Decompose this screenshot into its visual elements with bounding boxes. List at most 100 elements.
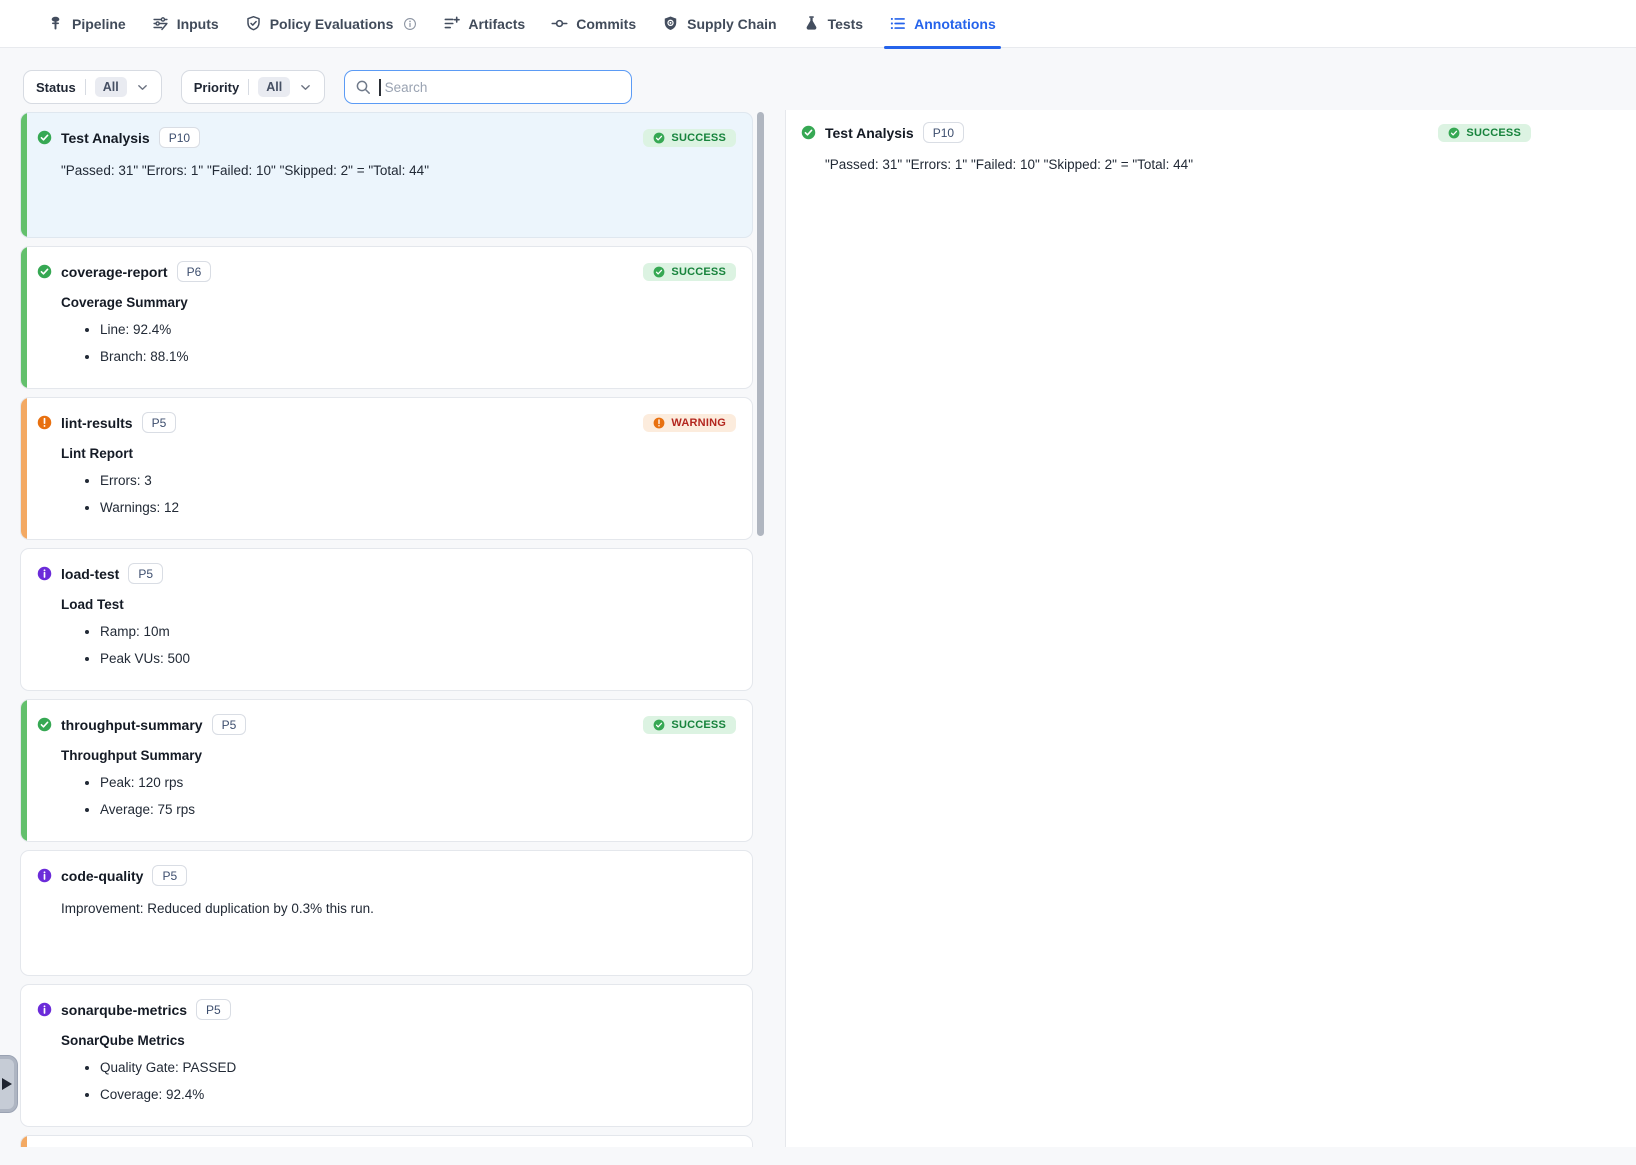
annotation-card-header: sonarqube-metricsP5 — [37, 999, 736, 1020]
annotation-bullets: Line: 92.4%Branch: 88.1% — [61, 321, 736, 365]
annotation-bullets: Ramp: 10mPeak VUs: 500 — [61, 623, 736, 667]
tab-policy-evaluations[interactable]: Policy Evaluations — [232, 0, 431, 48]
bullet-item: Errors: 3 — [100, 472, 736, 490]
priority-filter-value: All — [258, 77, 290, 97]
annotation-card-header: load-testP5 — [37, 563, 736, 584]
info-circle-icon — [37, 1002, 52, 1017]
annotation-card-header: Test Analysis P10 SUCCESS — [37, 127, 736, 148]
annotation-card[interactable]: load-testP5 Load Test Ramp: 10mPeak VUs: 5… — [20, 548, 753, 691]
warning-circle-icon — [653, 417, 665, 429]
divider — [85, 79, 86, 95]
status-filter-value: All — [95, 77, 127, 97]
search-input[interactable] — [385, 80, 622, 95]
shield-check-icon — [245, 15, 262, 32]
annotation-card-header: code-quality P5 — [37, 865, 736, 886]
status-badge: SUCCESS — [643, 263, 736, 281]
annotation-card-body: Load Test Ramp: 10mPeak VUs: 500 — [61, 597, 736, 667]
tab-pipeline[interactable]: Pipeline — [34, 0, 139, 48]
info-circle-icon — [37, 566, 52, 581]
bullet-item: Warnings: 12 — [100, 499, 736, 517]
pipeline-icon — [47, 15, 64, 32]
priority-badge: P5 — [196, 999, 231, 1020]
search-icon — [355, 79, 371, 95]
text-cursor — [379, 79, 380, 96]
annotation-card[interactable]: sonarqube-metricsP5 SonarQube Metrics Qual… — [20, 984, 753, 1127]
annotation-bullets: Quality Gate: PASSEDCoverage: 92.4% — [61, 1059, 736, 1103]
annotations-list-panel: Test Analysis P10 SUCCESS "Passed: 31" "Err… — [0, 110, 785, 1147]
status-badge: SUCCESS — [643, 716, 736, 734]
priority-badge: P10 — [159, 127, 200, 148]
divider — [248, 79, 249, 95]
priority-filter-dropdown[interactable]: Priority All — [181, 70, 326, 104]
tab-inputs[interactable]: Inputs — [139, 0, 232, 48]
tab-label: Commits — [576, 16, 636, 32]
annotation-card-body: Improvement: Reduced duplication by 0.3%… — [61, 899, 736, 919]
commit-icon — [551, 15, 568, 32]
bullet-item: Coverage: 92.4% — [100, 1086, 736, 1104]
list-plus-icon — [443, 15, 460, 32]
annotation-title: Test Analysis — [61, 130, 150, 146]
annotation-card-header: lint-resultsP5WARNING — [37, 412, 736, 433]
annotation-card-body: "Passed: 31" "Errors: 1" "Failed: 10" "S… — [61, 161, 736, 181]
annotation-card[interactable]: lint-resultsP5WARNING Lint Report Errors: … — [20, 397, 753, 540]
priority-badge: P6 — [177, 261, 212, 282]
tab-label: Artifacts — [468, 16, 525, 32]
tab-supply-chain[interactable]: Supply Chain — [649, 0, 789, 48]
tab-commits[interactable]: Commits — [538, 0, 649, 48]
annotation-title: load-test — [61, 566, 119, 582]
tab-annotations[interactable]: Annotations — [876, 0, 1009, 48]
search-box — [344, 70, 632, 104]
bullet-item: Average: 75 rps — [100, 801, 736, 819]
check-circle-icon — [37, 717, 52, 732]
tab-artifacts[interactable]: Artifacts — [430, 0, 538, 48]
priority-badge: P5 — [152, 865, 187, 886]
annotation-title: lint-results — [61, 415, 133, 431]
annotation-card-body: SonarQube Metrics Quality Gate: PASSEDCov… — [61, 1033, 736, 1103]
scrollbar — [757, 110, 764, 1147]
annotation-card[interactable]: quality-gatesP5WARNINGQuality Gates — [20, 1135, 753, 1147]
annotation-detail-panel: Test Analysis P10 SUCCESS "Passed: 31" "… — [785, 110, 1636, 1147]
annotation-heading: Load Test — [61, 597, 736, 612]
annotation-text: Improvement: Reduced duplication by 0.3%… — [61, 899, 736, 919]
annotation-bullets: Errors: 3 Warnings: 12 — [61, 472, 736, 516]
info-icon — [403, 17, 417, 31]
annotation-card-body: Throughput SummaryPeak: 120 rpsAverage: … — [61, 748, 736, 818]
annotation-bullets: Peak: 120 rps Average: 75 rps — [61, 774, 736, 818]
scrollbar-thumb[interactable] — [757, 112, 764, 536]
chevron-down-icon — [299, 81, 312, 94]
annotation-card[interactable]: code-quality P5 Improvement: Reduced dupli… — [20, 850, 753, 976]
tab-label: Inputs — [177, 16, 219, 32]
status-badge: SUCCESS — [643, 129, 736, 147]
expand-sidebar-button[interactable] — [0, 1055, 18, 1113]
inputs-icon — [152, 15, 169, 32]
annotation-heading: SonarQube Metrics — [61, 1033, 736, 1048]
tab-tests[interactable]: Tests — [790, 0, 877, 48]
annotation-card-body: Coverage Summary Line: 92.4%Branch: 88.1% — [61, 295, 736, 365]
annotation-heading: Lint Report — [61, 446, 736, 461]
annotation-card-header: coverage-reportP6SUCCESS — [37, 261, 736, 282]
check-circle-icon — [653, 719, 665, 731]
tab-label: Supply Chain — [687, 16, 776, 32]
detail-title: Test Analysis — [825, 125, 914, 141]
detail-status-badge: SUCCESS — [1438, 124, 1531, 142]
tab-label: Pipeline — [72, 16, 126, 32]
annotation-card[interactable]: throughput-summaryP5SUCCESSThroughput Su… — [20, 699, 753, 842]
chevron-down-icon — [136, 81, 149, 94]
tab-label: Policy Evaluations — [270, 16, 394, 32]
status-filter-label: Status — [36, 80, 76, 95]
detail-body: "Passed: 31" "Errors: 1" "Failed: 10" "S… — [825, 155, 1620, 175]
annotation-card[interactable]: coverage-reportP6SUCCESSCoverage Summary… — [20, 246, 753, 389]
check-circle-icon — [801, 125, 816, 140]
priority-badge: P5 — [212, 714, 247, 735]
annotation-heading: Coverage Summary — [61, 295, 736, 310]
check-circle-icon — [653, 266, 665, 278]
bullet-item: Peak: 120 rps — [100, 774, 736, 792]
supply-chain-icon — [662, 15, 679, 32]
top-navigation: Pipeline Inputs Policy Evaluations Artifact… — [0, 0, 1636, 48]
detail-text: "Passed: 31" "Errors: 1" "Failed: 10" "S… — [825, 155, 1620, 175]
annotation-title: code-quality — [61, 868, 143, 884]
status-filter-dropdown[interactable]: Status All — [23, 70, 162, 104]
annotation-card-header: throughput-summaryP5SUCCESS — [37, 714, 736, 735]
flask-icon — [803, 15, 820, 32]
annotation-card[interactable]: Test Analysis P10 SUCCESS "Passed: 31" "Err… — [20, 112, 753, 238]
